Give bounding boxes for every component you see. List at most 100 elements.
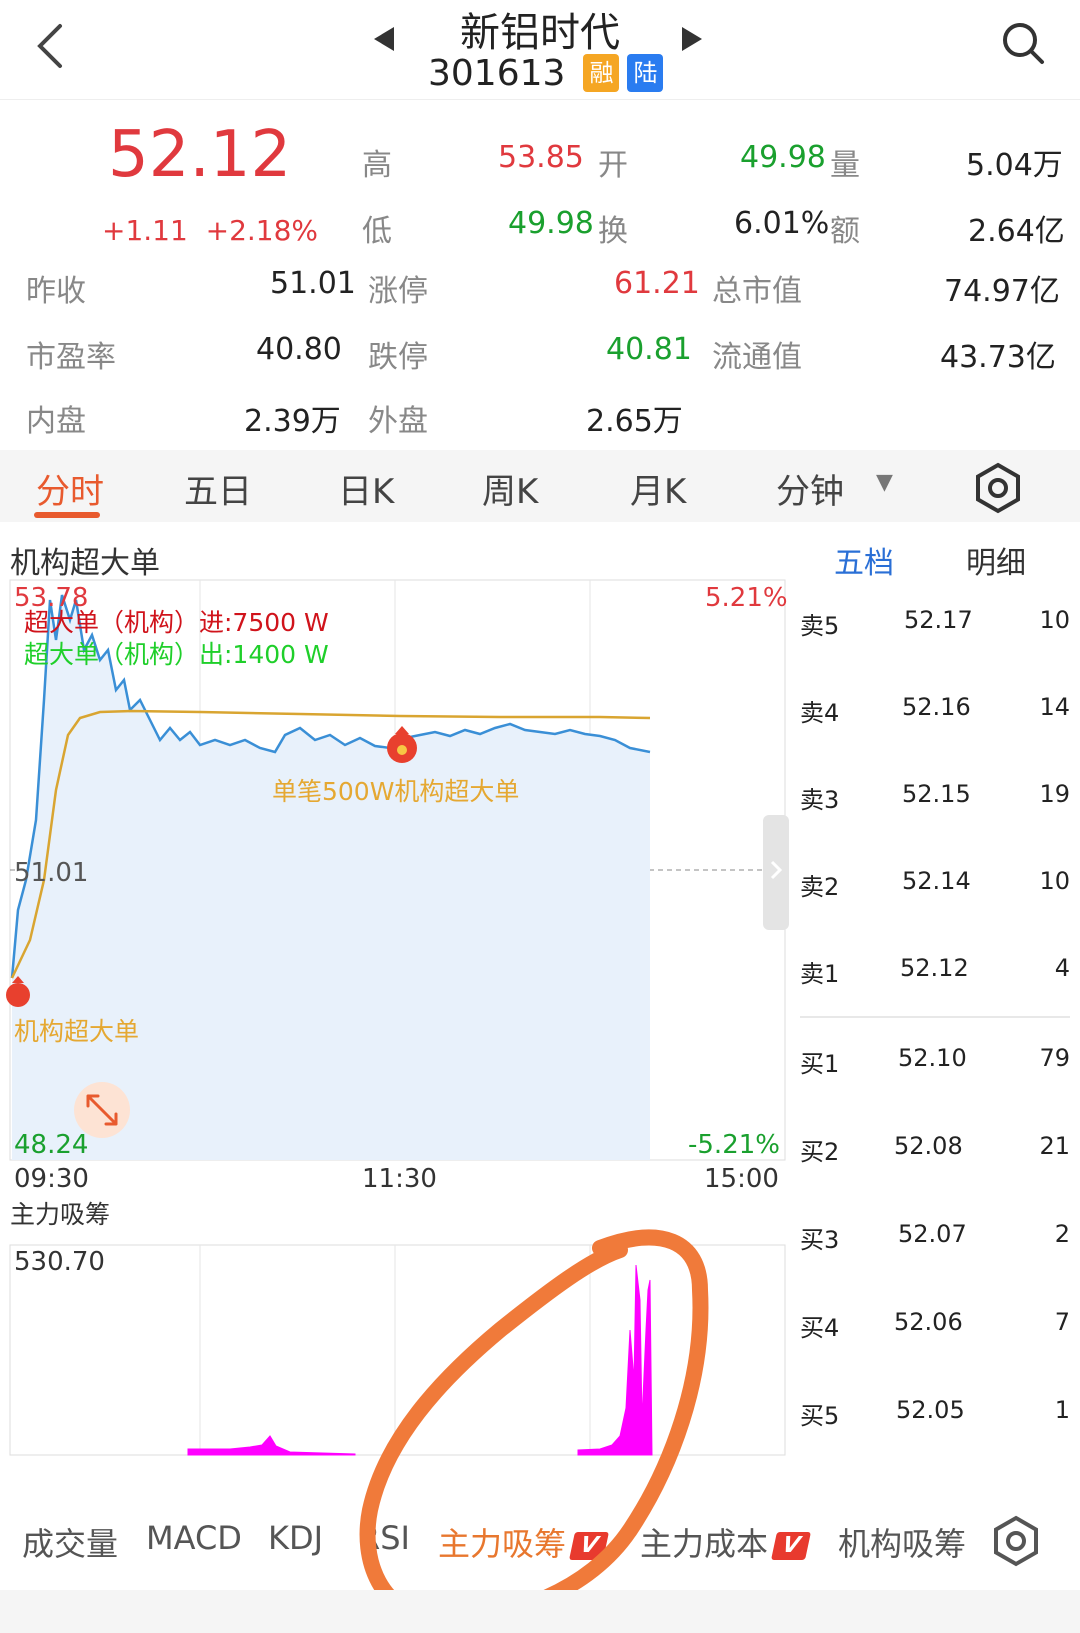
tab-daily-k[interactable]: 日K: [338, 464, 394, 513]
stock-code-row: 301613 融 陆: [428, 50, 664, 96]
sub-chart-title: 主力吸筹: [10, 1200, 111, 1229]
tab-five-day[interactable]: 五日: [184, 464, 252, 513]
bid-price: 52.06: [894, 1308, 963, 1336]
bid-label: 买5: [800, 1402, 840, 1430]
ask-row-5: 卖5 52.17 10: [800, 606, 1070, 646]
annotation-institution: 机构超大单: [14, 1017, 140, 1046]
tab-main-cost[interactable]: 主力成本 V: [640, 1519, 811, 1565]
limit-down-label: 跌停: [368, 340, 428, 375]
period-tabs: 分时 五日 日K 周K 月K 分钟 ▼: [0, 450, 1080, 522]
tab-kdj[interactable]: KDJ: [268, 1519, 323, 1557]
next-stock-icon[interactable]: [680, 24, 704, 62]
search-icon[interactable]: [1000, 20, 1050, 70]
tab-main-accumulation[interactable]: 主力吸筹 V: [438, 1519, 609, 1565]
ask-price: 52.17: [904, 606, 973, 634]
bid-volume: 79: [1039, 1044, 1070, 1072]
tab-weekly-k[interactable]: 周K: [482, 464, 538, 513]
pct-axis-top: 5.21%: [705, 583, 788, 613]
price-change: +1.11 +2.18%: [102, 214, 318, 247]
change-percent: +2.18%: [205, 214, 319, 247]
tab-trade-detail[interactable]: 明细: [966, 538, 1026, 582]
ask-label: 卖4: [800, 699, 840, 727]
inner-value: 2.39万: [244, 404, 341, 439]
order-book-divider: [800, 1016, 1070, 1018]
bid-volume: 1: [1054, 1396, 1070, 1424]
ask-volume: 10: [1039, 606, 1070, 634]
bid-label: 买2: [800, 1138, 840, 1166]
ask-row-4: 卖4 52.16 14: [800, 693, 1070, 733]
x-axis-start: 09:30: [14, 1164, 89, 1194]
chart-settings-icon[interactable]: [972, 462, 1024, 518]
bid-volume: 2: [1054, 1220, 1070, 1248]
vip-badge: V: [771, 1532, 811, 1560]
bid-price: 52.08: [894, 1132, 963, 1160]
change-value: +1.11: [102, 214, 188, 247]
float-cap-value: 43.73亿: [940, 340, 1056, 375]
turnover-label: 换: [598, 214, 628, 249]
last-price: 52.12: [108, 118, 292, 192]
bid-price: 52.07: [898, 1220, 967, 1248]
tab-intraday[interactable]: 分时: [36, 464, 104, 513]
y-axis-bottom: 48.24: [14, 1130, 89, 1160]
bid-price: 52.05: [896, 1396, 965, 1424]
tab-volume[interactable]: 成交量: [22, 1519, 118, 1565]
tab-rsi[interactable]: RSI: [358, 1519, 410, 1557]
bid-volume: 21: [1039, 1132, 1070, 1160]
bid-row-5: 买5 52.05 1: [800, 1396, 1070, 1436]
money-bag-icon[interactable]: [387, 726, 417, 763]
float-cap-label: 流通值: [712, 340, 802, 375]
tab-macd[interactable]: MACD: [146, 1519, 242, 1557]
volume-value: 5.04万: [966, 148, 1063, 183]
bid-row-2: 买2 52.08 21: [800, 1132, 1070, 1172]
bid-row-3: 买3 52.07 2: [800, 1220, 1070, 1260]
tab-minute[interactable]: 分钟: [776, 464, 844, 513]
volume-label: 量: [830, 148, 860, 183]
bid-volume: 7: [1054, 1308, 1070, 1336]
ask-row-3: 卖3 52.15 19: [800, 780, 1070, 820]
ask-price: 52.15: [902, 780, 971, 808]
pct-axis-bottom: -5.21%: [688, 1130, 780, 1160]
ask-price: 52.16: [902, 693, 971, 721]
bid-label: 买4: [800, 1314, 840, 1342]
market-cap-value: 74.97亿: [944, 274, 1060, 309]
amount-value: 2.64亿: [968, 214, 1065, 249]
open-label: 开: [598, 148, 628, 183]
margin-badge: 融: [583, 54, 620, 92]
tab-monthly-k[interactable]: 月K: [630, 464, 686, 513]
ask-volume: 14: [1039, 693, 1070, 721]
bid-label: 买3: [800, 1226, 840, 1254]
prev-close-value: 51.01: [270, 266, 356, 301]
ask-volume: 10: [1039, 867, 1070, 895]
stock-code: 301613: [428, 52, 566, 94]
prev-close-label: 昨收: [26, 274, 86, 309]
low-label: 低: [362, 214, 392, 249]
low-value: 49.98: [508, 206, 594, 241]
high-value: 53.85: [498, 140, 584, 175]
ask-label: 卖1: [800, 960, 840, 988]
ask-row-1: 卖1 52.12 4: [800, 954, 1070, 994]
ask-row-2: 卖2 52.14 10: [800, 867, 1070, 907]
turnover-value: 6.01%: [734, 206, 830, 241]
limit-down-value: 40.81: [606, 332, 692, 367]
pe-value: 40.80: [256, 332, 342, 367]
intraday-chart[interactable]: [0, 575, 790, 1600]
tab-institution-accumulation[interactable]: 机构吸筹: [838, 1519, 976, 1565]
annotation-single-order: 单笔500W机构超大单: [272, 777, 520, 806]
outer-label: 外盘: [368, 404, 428, 439]
market-cap-label: 总市值: [712, 274, 802, 309]
bid-row-1: 买1 52.10 79: [800, 1044, 1070, 1084]
active-tab-indicator: [34, 512, 100, 518]
ask-label: 卖5: [800, 612, 840, 640]
tab-order-book[interactable]: 五档: [834, 538, 894, 582]
pe-label: 市盈率: [26, 340, 116, 375]
bid-label: 买1: [800, 1050, 840, 1078]
indicator-settings-icon[interactable]: [990, 1515, 1042, 1571]
price-area: [12, 595, 650, 1160]
ask-label: 卖2: [800, 873, 840, 901]
ask-price: 52.14: [902, 867, 971, 895]
open-value: 49.98: [740, 140, 826, 175]
x-axis-end: 15:00: [704, 1164, 779, 1194]
panel-toggle-handle[interactable]: [763, 815, 789, 930]
bid-price: 52.10: [898, 1044, 967, 1072]
minute-dropdown-icon[interactable]: ▼: [876, 470, 893, 495]
